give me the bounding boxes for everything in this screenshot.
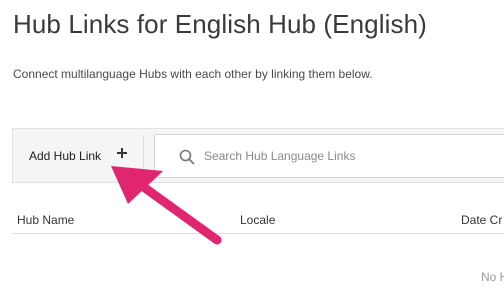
search-input[interactable]: [204, 143, 504, 169]
page-title: Hub Links for English Hub (English): [13, 9, 427, 39]
toolbar-divider: [143, 135, 144, 177]
search-icon: [179, 149, 195, 165]
column-header-date-created[interactable]: Date Cr: [461, 213, 502, 227]
toolbar: Add Hub Link: [12, 128, 504, 183]
column-header-hub-name[interactable]: Hub Name: [17, 213, 74, 227]
empty-state-text: No H: [481, 270, 504, 284]
column-header-locale[interactable]: Locale: [240, 213, 275, 227]
plus-icon: [117, 148, 127, 158]
page-description: Connect multilanguage Hubs with each oth…: [13, 67, 373, 81]
table-header: Hub Name Locale Date Cr: [12, 206, 504, 234]
add-hub-link-button[interactable]: Add Hub Link: [13, 129, 143, 182]
add-hub-link-label: Add Hub Link: [29, 149, 102, 163]
search-box[interactable]: [154, 134, 504, 178]
